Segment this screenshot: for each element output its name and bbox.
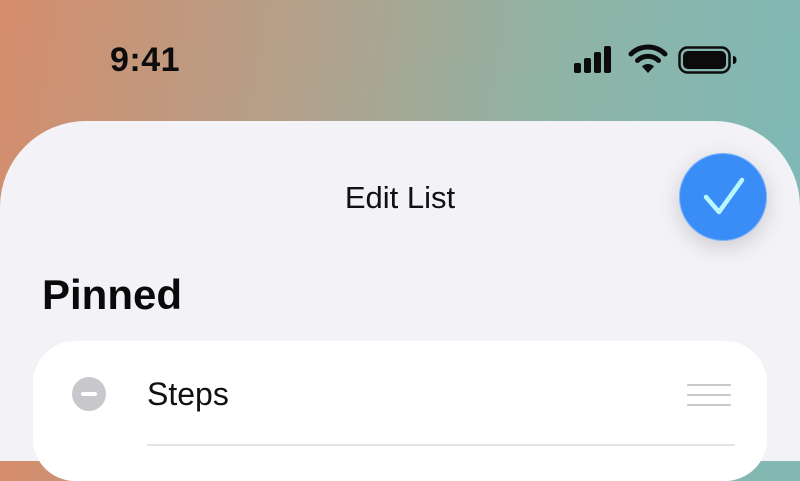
minus-glyph (81, 392, 97, 396)
checkmark-icon (703, 177, 745, 215)
minus-circle-icon[interactable] (72, 377, 106, 411)
row-divider (147, 444, 735, 446)
list-item-label: Steps (147, 376, 229, 412)
wifi-icon (628, 44, 668, 73)
pinned-list-card: Steps (33, 341, 767, 481)
status-icons (574, 44, 740, 76)
drag-handle-icon[interactable] (687, 381, 733, 409)
list-item: Steps (33, 341, 767, 445)
status-time: 9:41 (110, 41, 181, 79)
battery-full-icon (678, 46, 737, 74)
done-button[interactable] (679, 153, 767, 241)
section-header-pinned: Pinned (42, 271, 183, 318)
status-bar: 9:41 (0, 0, 800, 120)
cellular-signal-icon (574, 46, 611, 73)
